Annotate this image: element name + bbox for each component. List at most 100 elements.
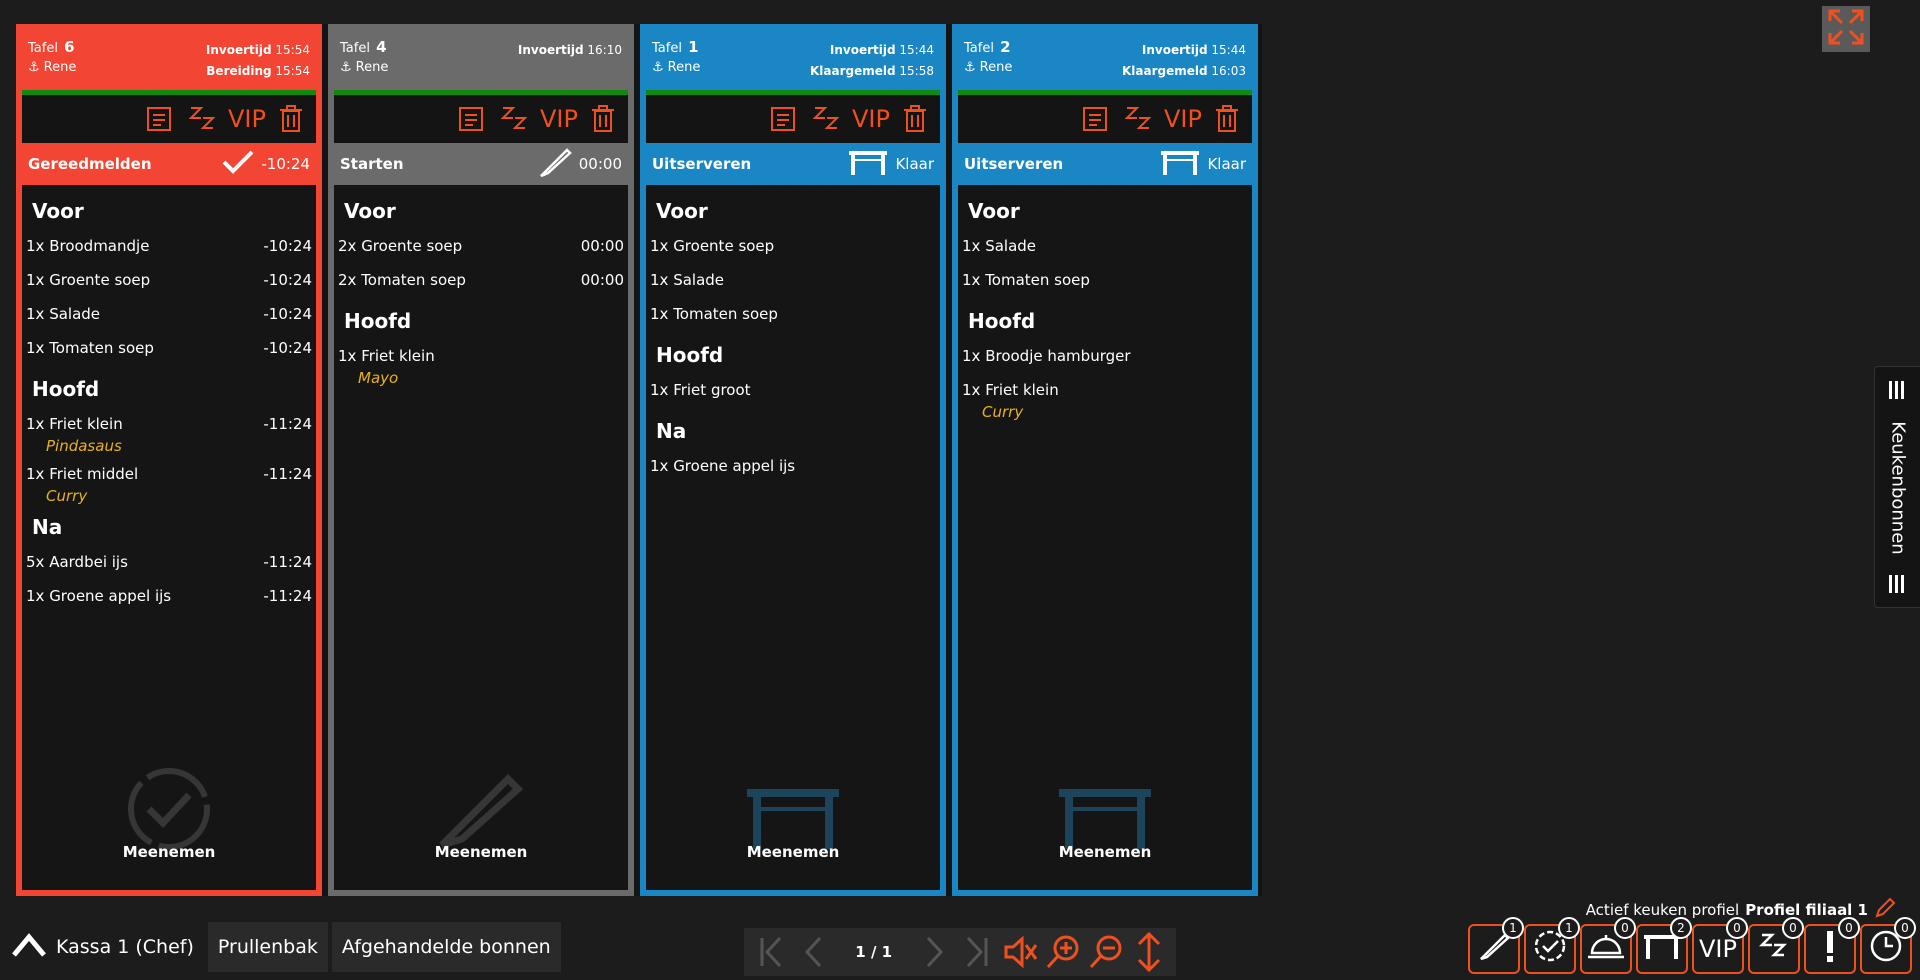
next-page-button[interactable] <box>913 930 954 974</box>
filter-knife-button[interactable]: 1 <box>1468 917 1524 974</box>
table-icon <box>1159 147 1201 181</box>
edit-profile-icon[interactable] <box>1874 897 1896 923</box>
order-item[interactable]: 1x Groente soep -10:24 <box>26 271 312 305</box>
section-title: Voor <box>656 199 708 223</box>
filter-alert-button[interactable]: 0 <box>1804 917 1860 974</box>
prev-page-button[interactable] <box>793 930 834 974</box>
zoom-out-icon[interactable] <box>1086 930 1127 974</box>
count-badge: 0 <box>1726 917 1748 939</box>
action-label: Uitserveren <box>964 155 1064 173</box>
count-badge: 0 <box>1838 917 1860 939</box>
action-bar[interactable]: Uitserveren Klaar <box>646 143 940 185</box>
vip-button[interactable]: VIP <box>228 100 266 138</box>
action-value: -10:24 <box>261 155 310 173</box>
profile-prefix: Actief keuken profiel <box>1585 901 1740 919</box>
card-header: Tafel 6 ⚓ Rene Invoertijd 15:54 Bereiding… <box>22 30 316 90</box>
mute-icon[interactable] <box>999 930 1040 974</box>
receipt-icon[interactable] <box>764 100 802 138</box>
sleep-icon[interactable] <box>808 100 846 138</box>
section-title: Hoofd <box>344 309 412 333</box>
card-times: Invoertijd 15:54 Bereiding 15:54 <box>205 43 310 78</box>
exclamation-icon <box>1823 929 1837 969</box>
order-item[interactable]: 1x Salade -10:24 <box>26 305 312 339</box>
waiter-icon: ⚓ <box>652 60 664 75</box>
order-item[interactable]: 1x Groene appel ijs -11:24 <box>26 587 312 621</box>
action-bar[interactable]: Gereedmelden -10:24 <box>22 143 316 185</box>
last-page-button[interactable] <box>956 930 997 974</box>
count-badge: 0 <box>1782 917 1804 939</box>
first-page-button[interactable] <box>750 930 791 974</box>
filter-table-button[interactable]: 2 <box>1636 917 1692 974</box>
order-item[interactable]: 2x Groente soep 00:00 <box>338 237 624 271</box>
waiter-icon: ⚓ <box>964 60 976 75</box>
order-item[interactable]: 1x Broodmandje -10:24 <box>26 237 312 271</box>
order-item[interactable]: 1x Friet groot <box>650 381 936 415</box>
count-badge: 1 <box>1558 917 1580 939</box>
sleep-icon[interactable] <box>496 100 534 138</box>
knife-icon <box>537 146 573 182</box>
filter-serve-button[interactable]: 0 <box>1580 917 1636 974</box>
filter-sleep-button[interactable]: 0 <box>1748 917 1804 974</box>
section-title: Na <box>32 515 63 539</box>
order-item[interactable]: 1x Tomaten soep -10:24 <box>26 339 312 373</box>
item-note: Mayo <box>358 369 399 387</box>
order-item[interactable]: 2x Tomaten soep 00:00 <box>338 271 624 305</box>
vip-button[interactable]: VIP <box>1164 100 1202 138</box>
waiter: ⚓ Rene <box>340 60 389 75</box>
vip-label: VIP <box>1699 935 1737 963</box>
zoom-in-icon[interactable] <box>1043 930 1084 974</box>
filter-vip-button[interactable]: VIP 0 <box>1692 917 1748 974</box>
card-header: Tafel 4 ⚓ Rene Invoertijd 16:10 <box>334 30 628 90</box>
action-label: Gereedmelden <box>28 155 152 173</box>
trash-icon[interactable] <box>896 100 934 138</box>
trash-button[interactable]: Prullenbak <box>207 922 328 972</box>
card-times: Invoertijd 15:44 Klaargemeld 16:03 <box>1121 43 1246 78</box>
card-iconbar: VIP <box>646 95 940 143</box>
order-item[interactable]: 1x Groente soep <box>650 237 936 271</box>
order-card-tafel-6[interactable]: Tafel 6 ⚓ Rene Invoertijd 15:54 Bereiding… <box>16 24 322 896</box>
order-body: Voor 1x Salade 1x Tomaten soep Hoofd 1x … <box>958 185 1252 875</box>
order-item[interactable]: 1x Groene appel ijs <box>650 457 936 491</box>
order-item[interactable]: 1x Broodje hamburger <box>962 347 1248 381</box>
check-watermark-icon <box>127 767 211 855</box>
item-note: Curry <box>46 487 88 505</box>
receipt-icon[interactable] <box>452 100 490 138</box>
action-label: Uitserveren <box>652 155 752 173</box>
card-times: Invoertijd 16:10 <box>517 43 622 57</box>
side-tab-label: Keukenbonnen <box>1887 421 1909 555</box>
kassa-button[interactable]: Kassa 1 (Chef) <box>4 922 204 972</box>
kitchen-tickets-tab[interactable]: Keukenbonnen <box>1874 366 1920 608</box>
order-card-tafel-1[interactable]: Tafel 1 ⚓ Rene Invoertijd 15:44 Klaargeme… <box>640 24 946 896</box>
check-icon <box>221 148 255 180</box>
order-item[interactable]: 5x Aardbei ijs -11:24 <box>26 553 312 587</box>
handled-orders-button[interactable]: Afgehandelde bonnen <box>331 922 561 972</box>
vip-button[interactable]: VIP <box>852 100 890 138</box>
sleep-icon <box>1758 931 1789 967</box>
trash-icon[interactable] <box>272 100 310 138</box>
order-card-tafel-2[interactable]: Tafel 2 ⚓ Rene Invoertijd 15:44 Klaargeme… <box>952 24 1258 896</box>
filter-timer-button[interactable]: 0 <box>1860 917 1916 974</box>
receipt-icon[interactable] <box>1076 100 1114 138</box>
trash-icon[interactable] <box>1208 100 1246 138</box>
sleep-icon[interactable] <box>184 100 222 138</box>
sleep-icon[interactable] <box>1120 100 1158 138</box>
order-item[interactable]: 1x Salade <box>962 237 1248 271</box>
waiter-icon: ⚓ <box>340 60 352 75</box>
action-bar[interactable]: Starten 00:00 <box>334 143 628 185</box>
order-body: Voor 1x Groente soep 1x Salade 1x Tomate… <box>646 185 940 875</box>
section-title: Voor <box>968 199 1020 223</box>
vip-button[interactable]: VIP <box>540 100 578 138</box>
action-bar[interactable]: Uitserveren Klaar <box>958 143 1252 185</box>
order-card-tafel-4[interactable]: Tafel 4 ⚓ Rene Invoertijd 16:10 VIP Start… <box>328 24 634 896</box>
trash-icon[interactable] <box>584 100 622 138</box>
fullscreen-button[interactable] <box>1822 6 1870 52</box>
filter-ready-button[interactable]: 1 <box>1524 917 1580 974</box>
action-label: Starten <box>340 155 404 173</box>
section-title: Hoofd <box>656 343 724 367</box>
resize-vertical-icon[interactable] <box>1129 930 1170 974</box>
order-item[interactable]: 1x Tomaten soep <box>650 305 936 339</box>
count-badge: 0 <box>1614 917 1636 939</box>
order-item[interactable]: 1x Tomaten soep <box>962 271 1248 305</box>
order-item[interactable]: 1x Salade <box>650 271 936 305</box>
receipt-icon[interactable] <box>140 100 178 138</box>
